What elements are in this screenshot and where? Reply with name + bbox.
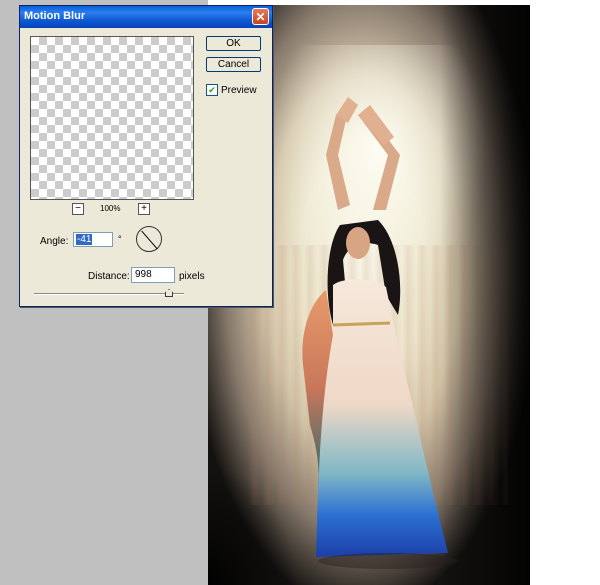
distance-unit: pixels <box>179 271 205 282</box>
preview-checkbox[interactable]: ✔ <box>206 84 218 96</box>
motion-blur-dialog: Motion Blur ✕ OK Cancel ✔ Preview − 100%… <box>19 5 273 307</box>
ok-button[interactable]: OK <box>206 36 261 51</box>
preview-checkbox-label: Preview <box>221 84 257 96</box>
face <box>346 227 370 259</box>
plus-icon: + <box>141 203 147 214</box>
close-icon: ✕ <box>255 10 266 24</box>
angle-label: Angle: <box>40 236 69 247</box>
preview-checkbox-row[interactable]: ✔ Preview <box>206 83 257 97</box>
preview-area[interactable] <box>30 36 194 200</box>
angle-value: -41 <box>76 234 93 245</box>
distance-label: Distance: <box>88 271 130 282</box>
cancel-button[interactable]: Cancel <box>206 57 261 72</box>
dialog-titlebar[interactable]: Motion Blur ✕ <box>20 6 272 28</box>
zoom-controls: − 100% + <box>72 203 152 215</box>
distance-slider-thumb[interactable] <box>165 289 173 297</box>
zoom-in-button[interactable]: + <box>138 203 150 215</box>
left-arm <box>326 115 350 210</box>
gold-belt <box>332 321 391 327</box>
distance-input[interactable]: 998 <box>131 267 175 283</box>
angle-dial-needle <box>141 230 158 250</box>
distance-slider-track[interactable] <box>34 293 184 295</box>
degree-symbol: ° <box>118 234 122 244</box>
floor-shadow <box>318 553 458 569</box>
dialog-title: Motion Blur <box>24 10 86 22</box>
zoom-out-button[interactable]: − <box>72 203 84 215</box>
angle-input[interactable]: -41 <box>73 232 113 247</box>
minus-icon: − <box>75 203 81 214</box>
angle-dial[interactable] <box>136 226 162 252</box>
close-button[interactable]: ✕ <box>252 8 269 25</box>
dress <box>316 279 448 557</box>
zoom-value: 100% <box>100 204 121 213</box>
